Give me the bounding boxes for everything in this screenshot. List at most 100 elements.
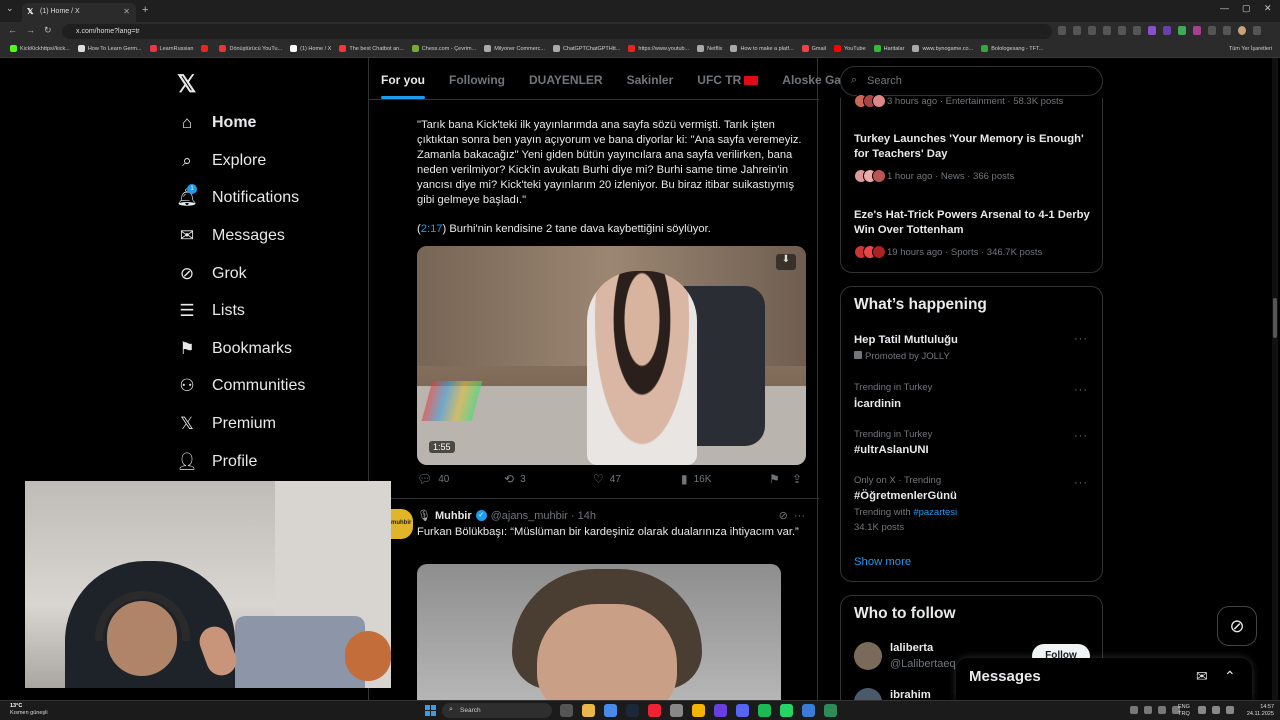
extension-icon[interactable] — [1133, 26, 1141, 35]
windows-start-icon[interactable] — [425, 705, 436, 716]
menu-icon[interactable] — [1253, 26, 1261, 35]
nav-grok[interactable]: ⊘ Grok — [177, 259, 247, 289]
grok-icon[interactable]: ⊘ — [779, 510, 788, 522]
timestamp-link[interactable]: 2:17 — [421, 223, 443, 235]
share-button[interactable]: ⇪ — [792, 472, 808, 486]
trend-name[interactable]: Hep Tatil Mutluluğu — [854, 334, 958, 346]
language-indicator[interactable]: ENG TRQ — [1178, 704, 1190, 718]
nav-premium[interactable]: 𝕏 Premium — [177, 409, 276, 439]
new-message-icon[interactable]: ✉ — [1196, 668, 1208, 685]
puzzle-icon[interactable] — [1208, 26, 1216, 35]
new-tab-button[interactable]: + — [142, 4, 148, 16]
more-icon[interactable]: ··· — [1074, 430, 1088, 442]
reload-button[interactable]: ↻ — [44, 25, 52, 36]
back-button[interactable]: ← — [8, 25, 17, 35]
bookmark-item[interactable]: Haritalar — [870, 41, 909, 57]
clock[interactable]: 14:57 24.11.2025 — [1247, 704, 1274, 718]
bookmark-item[interactable]: How To Learn Germ... — [74, 41, 146, 57]
more-icon[interactable]: ··· — [1074, 384, 1088, 396]
share-icon[interactable] — [1103, 26, 1111, 35]
bookmark-item[interactable]: Milyoner Commerc... — [480, 41, 549, 57]
file-explorer-icon[interactable] — [582, 704, 595, 717]
taskbar-search[interactable]: ⌕ Search — [442, 703, 552, 718]
scrollbar-thumb[interactable] — [1273, 298, 1277, 338]
trend-name[interactable]: #ultrAslanUNI — [854, 444, 929, 456]
bookmark-item[interactable]: The best Chatbot an... — [335, 41, 407, 57]
expand-icon[interactable]: ⌃ — [1224, 668, 1236, 685]
steam-icon[interactable] — [626, 704, 639, 717]
bookmark-item[interactable]: Netflix — [693, 41, 726, 57]
cast-icon[interactable] — [1088, 26, 1096, 35]
app-icon[interactable] — [802, 704, 815, 717]
more-icon[interactable]: ··· — [794, 510, 805, 522]
forward-button[interactable]: → — [26, 25, 35, 35]
app-icon[interactable] — [824, 704, 837, 717]
whatsapp-icon[interactable] — [780, 704, 793, 717]
task-view-icon[interactable] — [560, 704, 573, 717]
tab-sakinler[interactable]: Sakinler — [615, 58, 686, 99]
tab-for-you[interactable]: For you — [369, 58, 437, 99]
weather-widget[interactable]: 13°C Kısmen güneşli — [10, 703, 48, 717]
tab-search-icon[interactable]: ⌄ — [6, 3, 14, 14]
app-icon[interactable] — [604, 704, 617, 717]
url-field[interactable]: x.com/home?lang=tr — [62, 24, 1052, 39]
tab-close-icon[interactable]: ✕ — [123, 7, 130, 16]
discord-icon[interactable] — [736, 704, 749, 717]
nav-home[interactable]: ⌂ Home — [177, 108, 257, 138]
all-bookmarks[interactable]: Tüm Yer İşaretleri — [1229, 46, 1272, 52]
reply-button[interactable]: 💬︎ 40 — [417, 472, 449, 486]
nav-explore[interactable]: ⌕ Explore — [177, 146, 266, 176]
browser-tab[interactable]: 𝕏 (1) Home / X ✕ — [22, 3, 136, 22]
bookmark-item[interactable]: KickKickhttps//kick... — [6, 41, 74, 57]
user-name[interactable]: laliberta — [890, 642, 933, 654]
nav-lists[interactable]: ☰ Lists — [177, 296, 245, 326]
avatar[interactable] — [854, 688, 882, 700]
app-icon[interactable] — [714, 704, 727, 717]
x-logo-icon[interactable]: 𝕏 — [177, 70, 196, 99]
download-icon[interactable] — [1223, 26, 1231, 35]
search-input[interactable]: ⌕ Search — [840, 66, 1103, 96]
tab-following[interactable]: Following — [437, 58, 517, 99]
minimize-button[interactable]: — — [1220, 3, 1229, 13]
spotify-icon[interactable] — [758, 704, 771, 717]
chrome-icon[interactable] — [692, 704, 705, 717]
bookmark-item[interactable]: ChatGPTChatGPTHtt... — [549, 41, 624, 57]
author-handle[interactable]: @ajans_muhbir — [491, 510, 568, 522]
tab-duayenler[interactable]: DUAYENLER — [517, 58, 615, 99]
volume-icon[interactable] — [1212, 706, 1220, 714]
tweet-time[interactable]: 14h — [578, 510, 596, 522]
battery-icon[interactable] — [1226, 706, 1234, 714]
grok-fab-button[interactable]: ⊘ — [1217, 606, 1257, 646]
bookmark-item[interactable]: Dönüştürücü YouTu... — [215, 41, 286, 57]
tweet-video[interactable]: 1:55 ⬇ — [417, 246, 806, 465]
bookmark-item[interactable]: Gmail — [798, 41, 830, 57]
wifi-icon[interactable] — [1198, 706, 1206, 714]
translate-icon[interactable] — [1058, 26, 1066, 35]
bookmark-button[interactable]: ⚑ — [769, 472, 786, 486]
zoom-icon[interactable] — [1073, 26, 1081, 35]
extension-icon[interactable] — [1163, 26, 1171, 35]
nav-communities[interactable]: ⚇ Communities — [177, 371, 305, 401]
bookmark-item[interactable]: (1) Home / X — [286, 41, 335, 57]
app-icon[interactable] — [648, 704, 661, 717]
more-icon[interactable]: ··· — [1074, 477, 1088, 489]
bookmark-item[interactable]: www.bynogame.co... — [908, 41, 977, 57]
trend-name[interactable]: İcardinin — [854, 398, 901, 410]
show-more-link[interactable]: Show more — [854, 556, 911, 568]
avatar[interactable] — [854, 642, 882, 670]
bookmark-item[interactable]: https://www.youtub... — [624, 41, 693, 57]
profile-avatar[interactable] — [1238, 26, 1246, 35]
star-icon[interactable] — [1118, 26, 1126, 35]
bookmark-item[interactable]: Bolologesang - TFT... — [977, 41, 1047, 57]
maximize-button[interactable]: ▢ — [1242, 3, 1251, 14]
news-title[interactable]: Turkey Launches 'Your Memory is Enough' … — [854, 132, 1094, 162]
extension-icon[interactable] — [1193, 26, 1201, 35]
close-window-button[interactable]: ✕ — [1264, 3, 1272, 14]
bookmark-item[interactable] — [197, 41, 215, 57]
extension-icon[interactable] — [1148, 26, 1156, 35]
messages-drawer[interactable]: Messages ✉ ⌃ — [956, 658, 1252, 700]
nav-profile[interactable]: 👤︎ Profile — [176, 447, 257, 477]
bookmark-item[interactable]: LearnRussian — [146, 41, 198, 57]
avatar[interactable]: muhbir — [389, 509, 413, 539]
news-title[interactable]: Eze's Hat-Trick Powers Arsenal to 4-1 De… — [854, 208, 1094, 238]
